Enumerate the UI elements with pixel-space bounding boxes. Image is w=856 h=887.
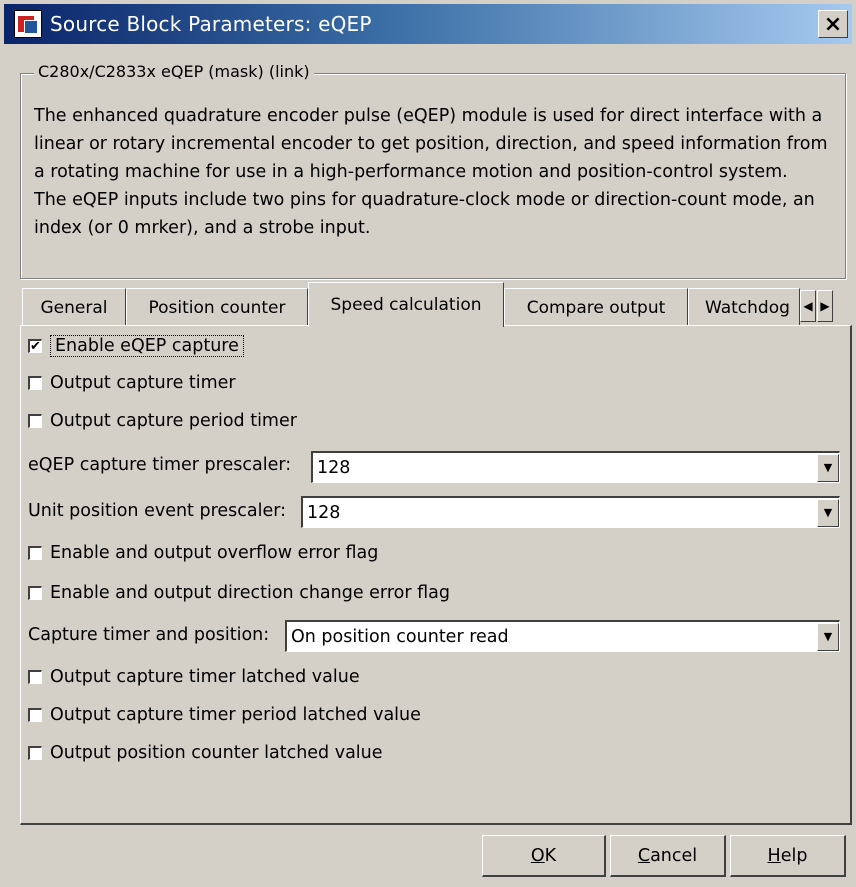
output-capture-timer-checkbox[interactable]: [28, 376, 42, 390]
ok-label: K: [544, 845, 557, 866]
ok-button[interactable]: OK: [482, 835, 606, 877]
capture-timer-prescaler-select[interactable]: 128 ▼: [311, 451, 840, 483]
tab-position-counter[interactable]: Position counter: [126, 288, 308, 326]
cancel-button[interactable]: Cancel: [610, 835, 726, 877]
help-label: elp: [780, 845, 808, 866]
unit-position-prescaler-value: 128: [307, 502, 341, 523]
position-counter-latched-label: Output position counter latched value: [50, 743, 383, 763]
tab-scroll-right-icon[interactable]: ▶: [817, 290, 833, 322]
chevron-down-icon[interactable]: ▼: [817, 453, 839, 482]
capture-timer-period-latched-label: Output capture timer period latched valu…: [50, 705, 421, 725]
capture-timer-prescaler-value: 128: [317, 457, 351, 478]
tab-general[interactable]: General: [22, 288, 126, 326]
enable-capture-row[interactable]: ✔ Enable eQEP capture: [28, 335, 244, 357]
group-legend: C280x/C2833x eQEP (mask) (link): [34, 62, 314, 81]
capture-timer-latched-label: Output capture timer latched value: [50, 667, 360, 687]
window-title: Source Block Parameters: eQEP: [50, 12, 372, 36]
tab-watchdog[interactable]: Watchdog: [688, 288, 800, 326]
output-capture-timer-label: Output capture timer: [50, 373, 236, 393]
tab-compare-output[interactable]: Compare output: [504, 288, 688, 326]
output-capture-timer-row[interactable]: Output capture timer: [28, 373, 236, 393]
enable-capture-label: Enable eQEP capture: [50, 335, 244, 357]
capture-timer-latched-row[interactable]: Output capture timer latched value: [28, 667, 360, 687]
description-paragraph-1: The enhanced quadrature encoder pulse (e…: [34, 106, 828, 182]
direction-change-error-flag-checkbox[interactable]: [28, 586, 42, 600]
output-capture-period-timer-row[interactable]: Output capture period timer: [28, 411, 297, 431]
tab-scroll-left-icon[interactable]: ◀: [800, 290, 816, 322]
overflow-error-flag-checkbox[interactable]: [28, 546, 42, 560]
dialog-window: Source Block Parameters: eQEP × C280x/C2…: [0, 0, 856, 887]
capture-timer-position-label: Capture timer and position:: [28, 625, 270, 645]
close-button[interactable]: ×: [818, 10, 848, 38]
overflow-error-flag-row[interactable]: Enable and output overflow error flag: [28, 543, 378, 563]
direction-change-error-flag-label: Enable and output direction change error…: [50, 583, 450, 603]
capture-timer-period-latched-row[interactable]: Output capture timer period latched valu…: [28, 705, 421, 725]
tab-speed-calculation[interactable]: Speed calculation: [308, 282, 504, 327]
position-counter-latched-row[interactable]: Output position counter latched value: [28, 743, 383, 763]
capture-timer-position-select[interactable]: On position counter read ▼: [285, 620, 840, 652]
title-bar[interactable]: Source Block Parameters: eQEP ×: [4, 4, 852, 44]
capture-timer-prescaler-label: eQEP capture timer prescaler:: [28, 455, 292, 475]
help-mnemonic: H: [767, 845, 781, 866]
ok-mnemonic: O: [530, 845, 545, 866]
description-paragraph-2: The eQEP inputs include two pins for qua…: [34, 190, 815, 238]
capture-timer-period-latched-checkbox[interactable]: [28, 708, 42, 722]
simulink-app-icon: [14, 10, 42, 38]
cancel-label: ancel: [650, 845, 698, 866]
direction-change-error-flag-row[interactable]: Enable and output direction change error…: [28, 583, 450, 603]
close-icon: ×: [823, 11, 843, 37]
cancel-mnemonic: C: [637, 845, 651, 866]
capture-timer-latched-checkbox[interactable]: [28, 670, 42, 684]
help-button[interactable]: Help: [730, 835, 846, 877]
output-capture-period-timer-checkbox[interactable]: [28, 414, 42, 428]
enable-capture-checkbox[interactable]: ✔: [28, 339, 42, 353]
chevron-down-icon[interactable]: ▼: [817, 622, 839, 651]
chevron-down-icon[interactable]: ▼: [817, 498, 839, 527]
block-description: The enhanced quadrature encoder pulse (e…: [34, 102, 842, 242]
unit-position-prescaler-label: Unit position event prescaler:: [28, 501, 287, 521]
output-capture-period-timer-label: Output capture period timer: [50, 411, 297, 431]
capture-timer-position-value: On position counter read: [291, 626, 509, 647]
position-counter-latched-checkbox[interactable]: [28, 746, 42, 760]
unit-position-prescaler-select[interactable]: 128 ▼: [301, 496, 840, 528]
overflow-error-flag-label: Enable and output overflow error flag: [50, 543, 379, 563]
